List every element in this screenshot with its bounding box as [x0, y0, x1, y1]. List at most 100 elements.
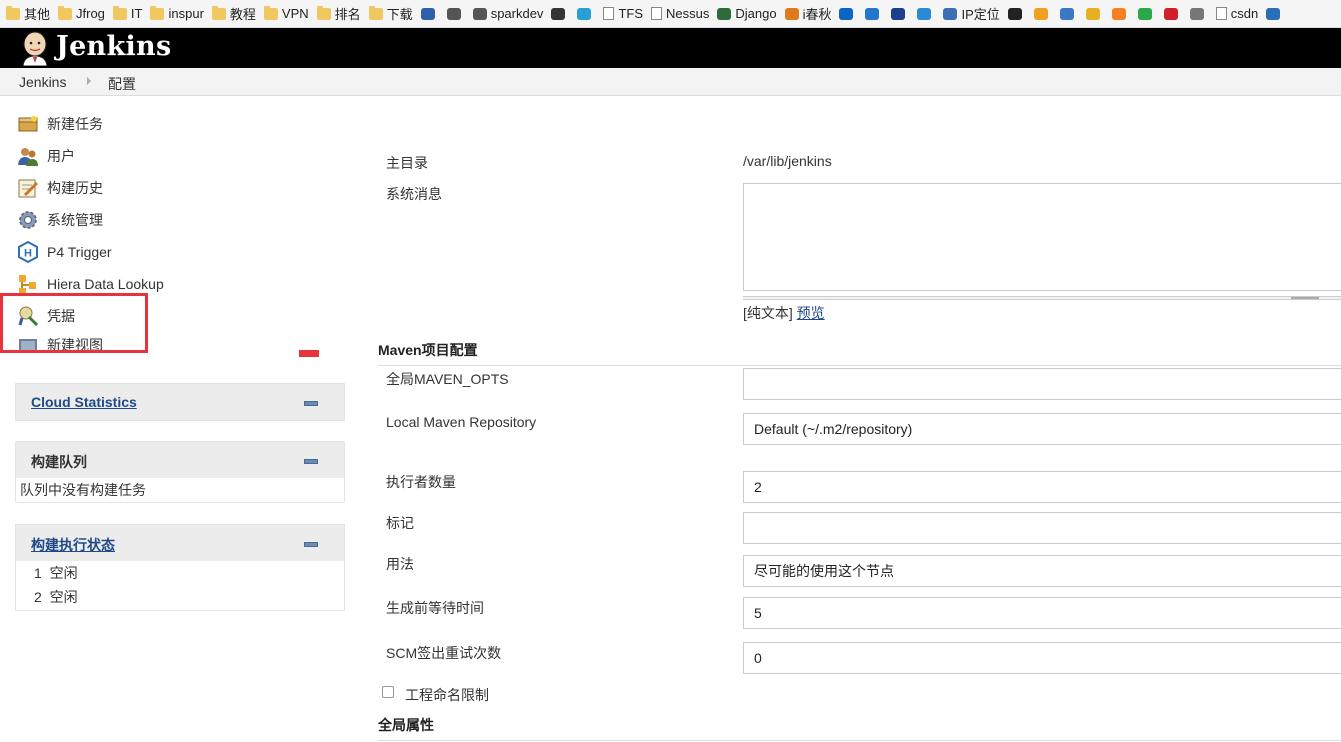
bookmark-item[interactable]	[1137, 7, 1156, 20]
credentials-highlight-box	[0, 293, 148, 353]
bookmark-label[interactable]: 排名	[335, 4, 361, 23]
page-icon	[1215, 7, 1227, 20]
bookmark-label[interactable]: IT	[131, 6, 143, 21]
task-label[interactable]: 用户	[47, 146, 75, 166]
bookmark-item[interactable]: 教程	[211, 4, 256, 23]
e-icon	[891, 7, 906, 20]
bookmark-item[interactable]: VPN	[263, 5, 309, 21]
bookmark-label[interactable]: csdn	[1231, 6, 1258, 21]
bookmark-label[interactable]: 教程	[230, 4, 256, 23]
bookmark-label[interactable]: Jfrog	[76, 6, 105, 21]
bookmark-item[interactable]	[1111, 7, 1130, 20]
task-label[interactable]: 新建任务	[47, 114, 103, 134]
bookmark-item[interactable]	[1163, 7, 1182, 20]
bookmark-label[interactable]: i春秋	[803, 4, 832, 23]
panel-title[interactable]: 构建执行状态	[31, 535, 115, 555]
star-icon	[577, 7, 592, 20]
bookmark-item[interactable]: IT	[112, 5, 143, 21]
bookmark-item[interactable]: i春秋	[784, 4, 832, 23]
gs-icon	[420, 7, 435, 20]
bookmark-item[interactable]: 排名	[316, 4, 361, 23]
bookmark-item[interactable]: Jfrog	[58, 5, 105, 21]
bookmark-item[interactable]: TFS	[603, 6, 643, 21]
bookmark-item[interactable]	[577, 7, 595, 20]
collapse-icon[interactable]	[304, 542, 318, 547]
bookmark-item[interactable]	[1085, 7, 1104, 20]
task-p4-trigger[interactable]: H P4 Trigger	[17, 240, 112, 264]
bookmark-item[interactable]	[1007, 7, 1026, 20]
task-new-item[interactable]: 新建任务	[17, 112, 103, 136]
task-label[interactable]: Hiera Data Lookup	[47, 276, 164, 292]
panel-title[interactable]: Cloud Statistics	[31, 394, 137, 410]
task-label[interactable]: 构建历史	[47, 178, 103, 198]
breadcrumb-root[interactable]: Jenkins	[19, 74, 66, 90]
coin-icon	[1085, 7, 1100, 20]
jenkins-logo-icon[interactable]	[18, 30, 52, 66]
bookmark-item[interactable]	[446, 7, 465, 20]
bookmark-label[interactable]: Nessus	[666, 6, 709, 21]
bookmark-label[interactable]: inspur	[168, 6, 203, 21]
bookmark-item[interactable]: 下载	[368, 4, 413, 23]
bookmark-item[interactable]	[839, 7, 857, 20]
maven-section-header: Maven项目配置	[378, 340, 1341, 366]
task-label[interactable]: 系统管理	[47, 210, 103, 230]
bookmark-item[interactable]: inspur	[150, 5, 204, 21]
bookmark-item[interactable]	[917, 7, 935, 20]
task-users[interactable]: 用户	[17, 144, 75, 168]
textarea-resize-handle[interactable]	[743, 296, 1341, 300]
naming-restrict-checkbox[interactable]	[382, 686, 394, 698]
quiet-period-label: 生成前等待时间	[386, 600, 484, 616]
grip-icon[interactable]	[1291, 297, 1319, 299]
task-manage-jenkins[interactable]: 系统管理	[17, 208, 103, 232]
bookmark-item[interactable]	[1266, 7, 1284, 20]
bookmark-item[interactable]: Nessus	[651, 6, 709, 21]
preview-link[interactable]: 预览	[797, 305, 825, 321]
usage-label: 用法	[386, 556, 414, 572]
system-message-textarea[interactable]	[743, 183, 1341, 291]
collapse-icon[interactable]	[304, 401, 318, 406]
chevron-right-icon[interactable]	[87, 77, 91, 85]
brand-title[interactable]: Jenkins	[56, 31, 171, 62]
maven-opts-input[interactable]	[743, 368, 1341, 400]
p4-trigger-icon: H	[18, 241, 38, 263]
uc-icon	[1033, 7, 1048, 20]
bookmark-label[interactable]: 下载	[387, 4, 413, 23]
usage-select[interactable]: 尽可能的使用这个节点	[743, 555, 1341, 587]
task-build-history[interactable]: 构建历史	[17, 176, 103, 200]
bookmark-label[interactable]: TFS	[618, 6, 643, 21]
bookmark-label[interactable]: 其他	[24, 4, 50, 23]
bookmark-item[interactable]	[1189, 7, 1208, 20]
bookmark-item[interactable]: IP定位	[943, 4, 1000, 23]
breadcrumb-current[interactable]: 配置	[108, 74, 136, 94]
bookmark-item[interactable]: sparkdev	[472, 6, 544, 21]
bookmark-item[interactable]	[891, 7, 909, 20]
build-history-icon	[18, 179, 39, 198]
paw-icon	[1059, 7, 1074, 20]
bookmark-label[interactable]: sparkdev	[491, 6, 544, 21]
bookmark-item[interactable]	[1033, 7, 1052, 20]
bookmark-item[interactable]: 其他	[6, 4, 50, 23]
scm-retry-input[interactable]: 0	[743, 642, 1341, 674]
bookmark-item[interactable]: Django	[717, 6, 777, 21]
bookmark-label[interactable]: IP定位	[961, 4, 999, 23]
panel-title: 构建队列	[31, 454, 87, 470]
bookmark-item[interactable]: csdn	[1215, 6, 1258, 21]
task-label[interactable]: P4 Trigger	[47, 244, 112, 260]
bookmark-item[interactable]	[551, 7, 569, 20]
executors-input[interactable]: 2	[743, 471, 1341, 503]
bookmark-item[interactable]	[420, 7, 439, 20]
svg-text:H: H	[24, 248, 32, 260]
bookmark-item[interactable]	[865, 7, 883, 20]
home-dir-label: 主目录	[386, 155, 428, 171]
bookmark-label[interactable]: Django	[735, 6, 776, 21]
queue-empty-text: 队列中没有构建任务	[20, 482, 146, 498]
bookmark-item[interactable]	[1059, 7, 1078, 20]
bookmark-label[interactable]: VPN	[282, 6, 309, 21]
collapse-icon[interactable]	[304, 459, 318, 464]
naming-restrict-label[interactable]: 工程命名限制	[405, 685, 489, 705]
glyph-icon	[551, 7, 566, 20]
system-message-format: [纯文本] 预览	[743, 303, 825, 323]
labels-input[interactable]	[743, 512, 1341, 544]
local-maven-repo-select[interactable]: Default (~/.m2/repository)	[743, 413, 1341, 445]
quiet-period-input[interactable]: 5	[743, 597, 1341, 629]
